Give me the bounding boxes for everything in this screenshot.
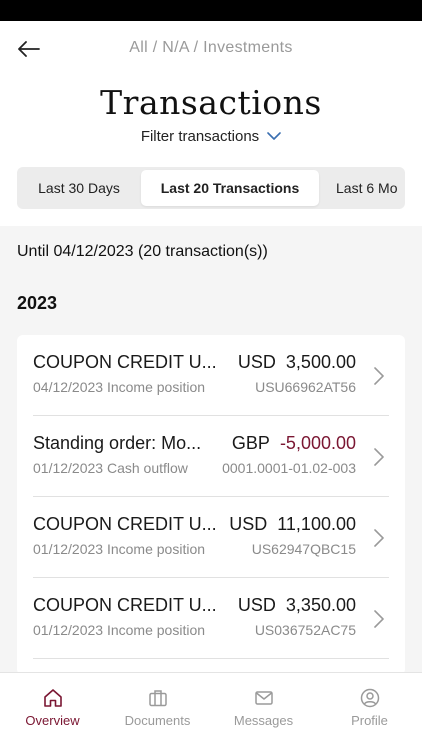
briefcase-icon — [148, 690, 167, 707]
nav-label: Documents — [124, 713, 191, 728]
transaction-subtitle: 01/12/2023 Cash outflow — [33, 460, 188, 476]
transactions-summary: Until 04/12/2023 (20 transaction(s)) — [17, 243, 268, 260]
page-title: Transactions — [100, 83, 322, 122]
bottom-navigation: Overview Documents Messages Profile — [0, 672, 422, 750]
nav-documents[interactable]: Documents — [105, 673, 210, 750]
tab-last-20-transactions[interactable]: Last 20 Transactions — [141, 170, 319, 206]
transaction-amount: USD 3,500.00 — [237, 352, 356, 372]
transaction-title: COUPON CREDIT U... — [33, 352, 217, 372]
envelope-icon — [254, 691, 273, 705]
transactions-list: COUPON CREDIT U... USD 3,500.00 04/12/20… — [17, 335, 405, 675]
transaction-row[interactable]: COUPON CREDIT U... USD 3,500.00 04/12/20… — [17, 335, 405, 416]
transaction-title: COUPON CREDIT U... — [33, 595, 217, 615]
tab-last-6-months[interactable]: Last 6 Mo — [336, 170, 397, 206]
user-icon — [360, 688, 379, 708]
transaction-title: Standing order: Mo... — [33, 433, 202, 453]
nav-messages[interactable]: Messages — [211, 673, 316, 750]
nav-overview[interactable]: Overview — [0, 673, 105, 750]
transaction-row[interactable]: COUPON CREDIT U... USD 3,350.00 01/12/20… — [17, 578, 405, 659]
chevron-right-icon — [374, 367, 384, 385]
filter-transactions-button[interactable]: Filter transactions — [0, 128, 422, 145]
status-bar — [0, 0, 422, 21]
transaction-reference: 0001.0001-01.02-003 — [222, 460, 356, 476]
divider — [33, 658, 389, 659]
nav-label: Profile — [351, 713, 388, 728]
home-icon — [43, 689, 62, 707]
transaction-reference: US62947QBC15 — [251, 541, 356, 557]
transaction-subtitle: 01/12/2023 Income position — [33, 541, 206, 557]
transaction-amount: USD 11,100.00 — [229, 514, 356, 534]
transaction-amount: GBP -5,000.00 — [231, 433, 356, 453]
transaction-reference: US036752AC75 — [254, 622, 356, 638]
transaction-amount: USD 3,350.00 — [237, 595, 356, 615]
chevron-right-icon — [374, 529, 384, 547]
transaction-reference: USU66962AT56 — [255, 379, 356, 395]
breadcrumb[interactable]: All / N/A / Investments — [0, 39, 422, 57]
nav-profile[interactable]: Profile — [317, 673, 422, 750]
filter-label: Filter transactions — [140, 128, 260, 145]
tab-last-30-days[interactable]: Last 30 Days — [17, 170, 141, 206]
header: All / N/A / Investments Transactions Fil… — [0, 21, 422, 226]
transaction-row[interactable]: COUPON CREDIT U... USD 11,100.00 01/12/2… — [17, 497, 405, 578]
transaction-title: COUPON CREDIT U... — [33, 514, 217, 534]
period-tabs: Last 30 Days Last 20 Transactions Last 6… — [17, 167, 405, 209]
transaction-subtitle: 04/12/2023 Income position — [33, 379, 206, 395]
chevron-right-icon — [374, 610, 384, 628]
transaction-subtitle: 01/12/2023 Income position — [33, 622, 206, 638]
nav-label: Messages — [233, 713, 294, 728]
chevron-down-icon — [267, 132, 281, 140]
year-heading: 2023 — [17, 293, 58, 313]
nav-label: Overview — [25, 713, 80, 728]
chevron-right-icon — [374, 448, 384, 466]
transaction-row[interactable]: Standing order: Mo... GBP -5,000.00 01/1… — [17, 416, 405, 497]
